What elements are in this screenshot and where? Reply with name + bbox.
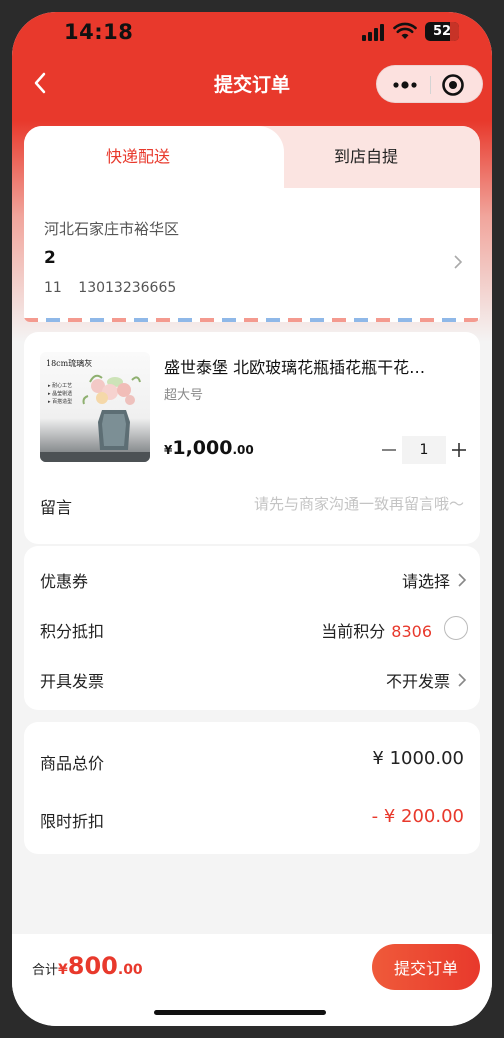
close-target-icon[interactable]: [441, 73, 465, 97]
note-label: 留言: [40, 498, 73, 517]
coupon-value[interactable]: 请选择: [402, 568, 450, 592]
product-thumbnail[interactable]: 18cm琉璃灰 ▸ 耐心工艺 ▸ 晶莹剔透 ▸ 百搭造型: [40, 352, 150, 462]
nav-bar: 提交订单: [12, 60, 492, 108]
contact-name: 11: [44, 280, 62, 296]
product-spec: 超大号: [164, 388, 204, 403]
product-card: 18cm琉璃灰 ▸ 耐心工艺 ▸ 晶莹剔透 ▸ 百搭造型 盛世泰堡 北欧玻璃花瓶…: [24, 332, 480, 544]
discount-value: - ¥ 200.00: [371, 806, 464, 827]
points-value: 8306: [391, 622, 432, 641]
discount-label: 限时折扣: [40, 812, 105, 831]
submit-order-button[interactable]: 提交订单: [372, 944, 480, 990]
product-title[interactable]: 盛世泰堡 北欧玻璃花瓶插花瓶干花…: [164, 354, 464, 378]
invoice-value[interactable]: 不开发票: [386, 668, 450, 692]
phone-screen: 14:18 52 提交订单 快递配送 到店自提 河北石家庄市裕华区 2 11 1…: [12, 12, 492, 1026]
home-indicator: [154, 1010, 326, 1015]
points-label: 积分抵扣: [40, 622, 105, 641]
points-row: 积分抵扣 当前积分 8306: [24, 604, 480, 654]
address-card: 快递配送 到店自提 河北石家庄市裕华区 2 11 13013236665: [24, 126, 480, 322]
quantity-stepper: 1: [378, 436, 466, 464]
options-card: 优惠券 请选择 积分抵扣 当前积分 8306 开具发票 不开发票: [24, 546, 480, 710]
tab-express[interactable]: 快递配送: [24, 126, 252, 188]
more-icon[interactable]: [391, 75, 419, 95]
minus-icon[interactable]: [378, 436, 400, 464]
coupon-label: 优惠券: [40, 572, 89, 591]
envelope-stripe: [24, 318, 480, 322]
goods-total-label: 商品总价: [40, 754, 105, 773]
wifi-icon: [393, 22, 417, 39]
discount-row: 限时折扣 - ¥ 200.00: [24, 798, 480, 838]
flower-vase-image: [40, 374, 150, 462]
points-radio[interactable]: [444, 616, 468, 640]
goods-total-value: ¥ 1000.00: [372, 748, 464, 769]
points-prefix: 当前积分: [321, 622, 386, 641]
product-price: ¥1,000.00: [164, 437, 254, 459]
status-bar: 14:18 52: [12, 12, 492, 52]
contact-phone: 13013236665: [78, 280, 177, 296]
chevron-right-icon[interactable]: [452, 254, 464, 270]
chevron-right-icon[interactable]: [456, 672, 468, 688]
coupon-row[interactable]: 优惠券 请选择: [24, 554, 480, 604]
summary-card: 商品总价 ¥ 1000.00 限时折扣 - ¥ 200.00: [24, 722, 480, 854]
address-contact: 11 13013236665: [44, 280, 176, 296]
tab-pickup[interactable]: 到店自提: [252, 126, 480, 188]
goods-total-row: 商品总价 ¥ 1000.00: [24, 740, 480, 780]
address-detail[interactable]: 2: [44, 248, 56, 268]
note-input[interactable]: [144, 492, 464, 516]
battery-icon: 52: [425, 22, 459, 41]
points-info: 当前积分 8306: [321, 618, 432, 642]
chevron-right-icon[interactable]: [456, 572, 468, 588]
address-region: 河北石家庄市裕华区: [44, 220, 180, 238]
quantity-value[interactable]: 1: [402, 436, 446, 464]
plus-icon[interactable]: [448, 436, 470, 464]
mini-program-capsule: [376, 65, 483, 103]
invoice-row[interactable]: 开具发票 不开发票: [24, 654, 480, 704]
battery-level: 52: [432, 24, 452, 39]
total-label: 合计: [32, 963, 59, 978]
order-total: 合计¥800.00: [32, 952, 143, 980]
signal-icon: [362, 23, 388, 41]
status-time: 14:18: [64, 20, 134, 44]
invoice-label: 开具发票: [40, 672, 105, 691]
capsule-divider: [430, 76, 431, 94]
